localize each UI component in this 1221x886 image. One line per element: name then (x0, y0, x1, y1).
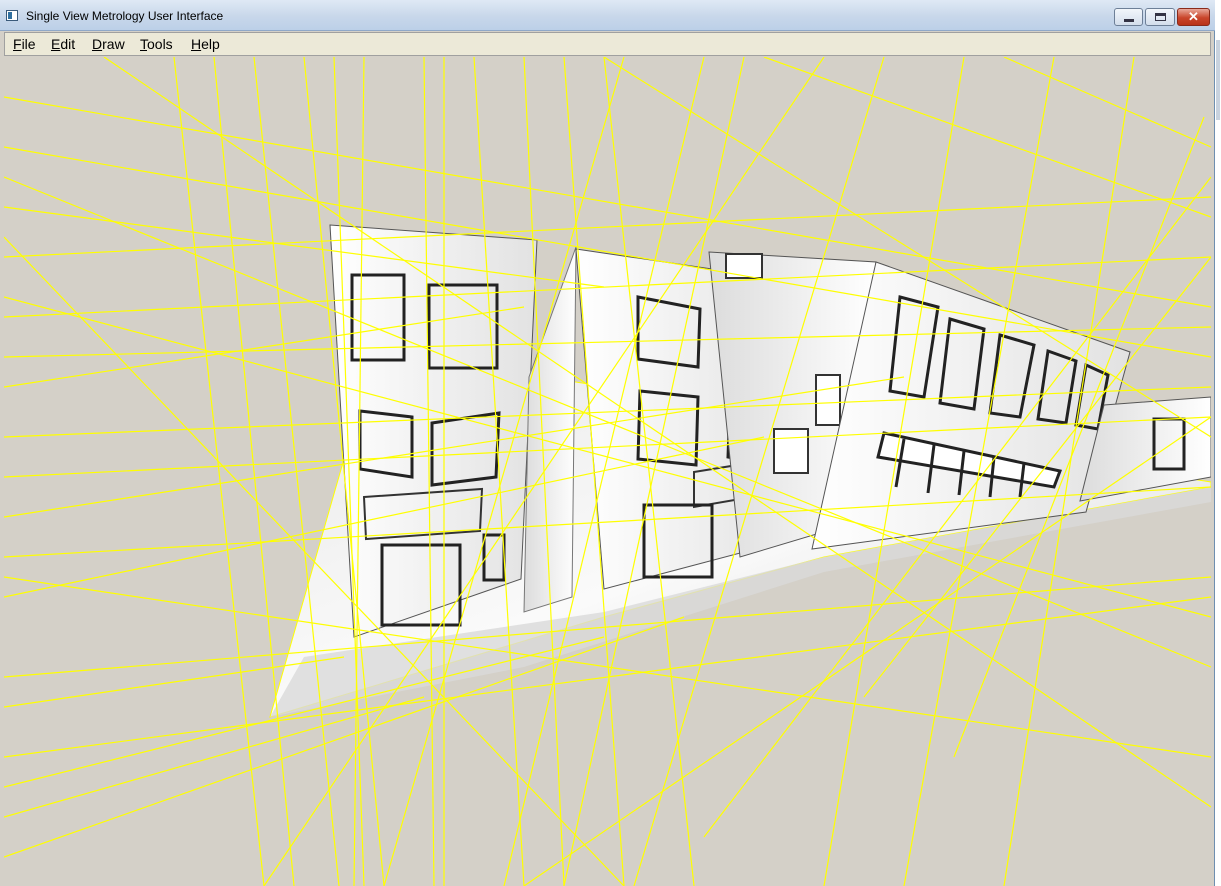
menu-file-rest: ile (21, 36, 36, 52)
menu-tools[interactable]: Tools (140, 36, 173, 52)
guide-line (213, 57, 295, 886)
desktop-edge (1215, 0, 1221, 886)
menu-draw-mnemonic: D (92, 36, 103, 52)
app-icon[interactable] (6, 10, 18, 21)
menu-draw-rest: raw (102, 36, 125, 52)
menu-edit-rest: dit (60, 36, 76, 52)
menu-file-mnemonic: F (13, 36, 22, 52)
close-icon: ✕ (1188, 9, 1199, 24)
menu-help-mnemonic: H (191, 36, 202, 52)
menu-bar: File Edit Draw Tools Help (4, 32, 1211, 56)
guide-line (4, 196, 1211, 258)
scene-canvas[interactable] (4, 57, 1211, 886)
minimize-button[interactable] (1114, 8, 1143, 26)
3d-viewport[interactable] (4, 57, 1211, 886)
menu-edit-mnemonic: E (51, 36, 61, 52)
maximize-icon (1155, 13, 1166, 21)
menu-file[interactable]: File (13, 36, 36, 52)
menu-draw[interactable]: Draw (92, 36, 125, 52)
menu-edit[interactable]: Edit (51, 36, 75, 52)
menu-tools-rest: ools (147, 36, 173, 52)
menu-help-rest: elp (201, 36, 220, 52)
minimize-icon (1124, 19, 1134, 22)
window-title: Single View Metrology User Interface (26, 9, 224, 23)
guide-line (173, 57, 265, 886)
menu-tools-mnemonic: T (140, 36, 147, 52)
menu-help[interactable]: Help (191, 36, 220, 52)
title-bar[interactable]: Single View Metrology User Interface ✕ (0, 0, 1215, 31)
app-window: Single View Metrology User Interface ✕ F… (0, 0, 1215, 886)
guide-line (253, 57, 340, 886)
maximize-button[interactable] (1145, 8, 1175, 26)
close-button[interactable]: ✕ (1177, 8, 1210, 26)
guide-line (1003, 57, 1211, 148)
guide-line (763, 57, 1211, 218)
